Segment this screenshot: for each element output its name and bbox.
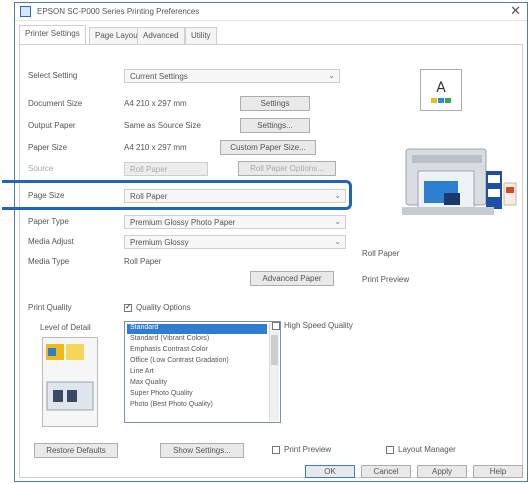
restore-defaults-button[interactable]: Restore Defaults (34, 443, 118, 458)
print-quality-label: Print Quality (28, 303, 72, 312)
cancel-button[interactable]: Cancel (361, 465, 411, 478)
source-label: Source (28, 164, 54, 173)
media-adjust-label: Media Adjust (28, 237, 74, 246)
list-item[interactable]: Super Photo Quality (127, 390, 267, 400)
print-preview-checkbox-label: Print Preview (284, 445, 332, 454)
paper-type-value: Premium Glossy Photo Paper (130, 218, 236, 227)
roll-paper-status-label: Roll Paper (362, 249, 400, 258)
svg-text:A: A (436, 80, 446, 96)
printer-settings-panel: Select Setting Current Settings ⌄ Docume… (2, 44, 523, 478)
apply-button[interactable]: Apply (417, 465, 467, 478)
output-paper-value: Same as Source Size (124, 121, 201, 130)
quality-options-list[interactable]: Standard Standard (Vibrant Colors) Empha… (124, 321, 281, 423)
printer-illustration (400, 141, 528, 245)
output-settings-button[interactable]: Settings... (240, 118, 310, 133)
help-button[interactable]: Help (473, 465, 523, 478)
media-adjust-value: Premium Glossy (130, 238, 189, 247)
printing-preferences-window: EPSON SC-P000 Series Printing Preference… (2, 2, 528, 482)
select-setting-label: Select Setting (28, 71, 78, 80)
list-item[interactable]: Photo (Best Photo Quality) (127, 401, 267, 411)
list-item[interactable]: Line Art (127, 368, 267, 378)
select-setting-dropdown[interactable]: Current Settings ⌄ (124, 69, 340, 83)
source-value: Roll Paper (130, 165, 168, 174)
source-dropdown[interactable]: Roll Paper (124, 162, 208, 176)
list-item[interactable]: Standard (Vibrant Colors) (127, 335, 267, 345)
document-settings-button[interactable]: Settings (240, 96, 310, 111)
print-preview-status-label: Print Preview (362, 275, 410, 284)
list-scrollbar[interactable] (269, 323, 279, 421)
printer-app-icon (20, 6, 31, 17)
chevron-down-icon: ⌄ (334, 217, 341, 226)
window-title: EPSON SC-P000 Series Printing Preference… (37, 7, 200, 16)
media-adjust-dropdown[interactable]: Premium Glossy ⌄ (124, 235, 346, 249)
high-speed-quality-checkbox[interactable] (272, 322, 280, 330)
ok-button[interactable]: OK (305, 465, 355, 478)
list-item[interactable]: Standard (127, 324, 267, 334)
output-paper-label: Output Paper (28, 121, 76, 130)
list-item[interactable]: Office (Low Contrast Gradation) (127, 357, 267, 367)
roll-paper-options-button[interactable]: Roll Paper Options... (238, 161, 336, 176)
paper-size-label: Paper Size (28, 143, 68, 152)
select-setting-value: Current Settings (130, 72, 188, 81)
layout-manager-label: Layout Manager (398, 445, 456, 454)
print-preview-icon: A (420, 69, 462, 111)
paper-type-dropdown[interactable]: Premium Glossy Photo Paper ⌄ (124, 215, 346, 229)
print-preview-checkbox[interactable] (272, 446, 280, 454)
tab-utility[interactable]: Utility (185, 27, 217, 44)
quality-preview-icon (42, 337, 98, 427)
chevron-down-icon: ⌄ (328, 71, 335, 80)
layout-manager-checkbox[interactable] (386, 446, 394, 454)
media-type-label: Media Type (28, 257, 70, 266)
media-type-value: Roll Paper (124, 257, 162, 266)
highlight-frame (2, 180, 352, 210)
quality-options-label: Quality Options (136, 303, 191, 312)
list-item[interactable]: Emphasis Contrast Color (127, 346, 267, 356)
quality-options-checkbox[interactable] (124, 302, 132, 312)
document-size-value: A4 210 x 297 mm (124, 99, 187, 108)
paper-type-label: Paper Type (28, 217, 69, 226)
paper-size-value: A4 210 x 297 mm (124, 143, 187, 152)
advanced-paper-button[interactable]: Advanced Paper (250, 271, 334, 286)
custom-paper-size-button[interactable]: Custom Paper Size... (220, 140, 316, 155)
title-bar: EPSON SC-P000 Series Printing Preference… (15, 3, 527, 21)
high-speed-quality-label: High Speed Quality (284, 321, 353, 330)
scrollbar-thumb[interactable] (271, 335, 278, 365)
tab-printer-settings[interactable]: Printer Settings (19, 25, 86, 44)
list-item[interactable]: Max Quality (127, 379, 267, 389)
level-of-detail-label: Level of Detail (40, 323, 91, 332)
document-size-label: Document Size (28, 99, 83, 108)
chevron-down-icon: ⌄ (334, 237, 341, 246)
show-settings-button[interactable]: Show Settings... (160, 443, 244, 458)
close-icon[interactable]: ✕ (510, 4, 521, 18)
tab-advanced[interactable]: Advanced (137, 27, 185, 44)
